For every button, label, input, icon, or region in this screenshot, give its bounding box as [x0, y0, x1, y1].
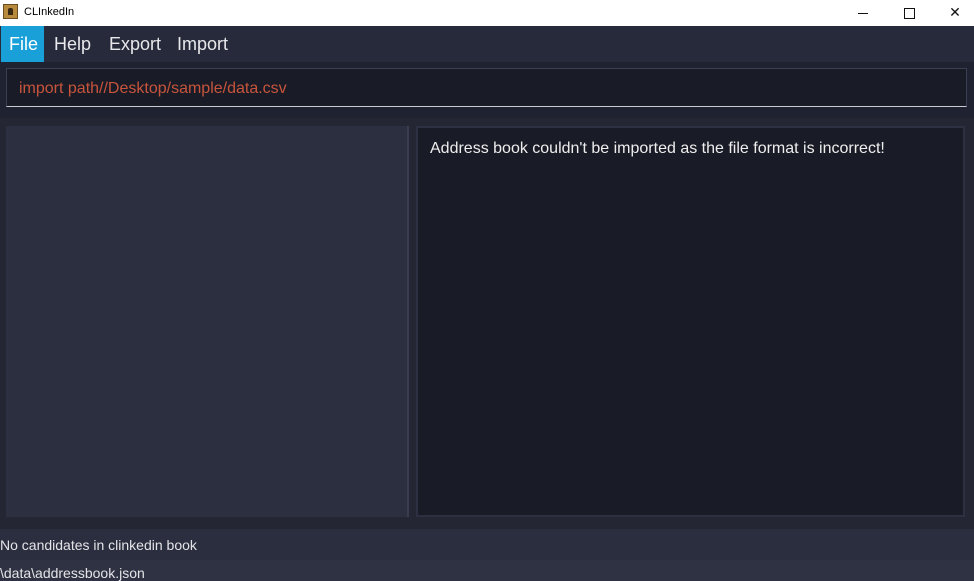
close-button[interactable]: ✕	[932, 0, 974, 26]
status-bar-candidates: No candidates in clinkedin book	[0, 529, 974, 560]
app-book-icon	[3, 4, 18, 19]
window-title: CLInkedIn	[24, 6, 75, 18]
command-input-text: import path//Desktop/sample/data.csv	[19, 80, 287, 97]
minimize-button[interactable]	[840, 0, 886, 26]
maximize-icon	[903, 7, 915, 19]
split-pane-divider[interactable]	[407, 126, 409, 517]
result-display: Address book couldn't be imported as the…	[416, 126, 965, 517]
result-message: Address book couldn't be imported as the…	[430, 140, 885, 157]
menu-import[interactable]: Import	[169, 26, 236, 62]
candidate-list-panel[interactable]	[6, 126, 407, 517]
command-input[interactable]: import path//Desktop/sample/data.csv	[6, 68, 967, 107]
candidates-status-text: No candidates in clinkedin book	[0, 537, 197, 553]
menu-file[interactable]: File	[1, 26, 44, 62]
close-icon: ✕	[949, 5, 961, 21]
menu-bar: File Help Export Import	[0, 26, 974, 62]
main-content: Address book couldn't be imported as the…	[0, 118, 974, 529]
file-path-text: \data\addressbook.json	[0, 565, 145, 581]
command-area: import path//Desktop/sample/data.csv	[0, 62, 974, 118]
maximize-button[interactable]	[886, 0, 932, 26]
menu-export[interactable]: Export	[101, 26, 169, 62]
minimize-icon	[858, 12, 868, 14]
app-window: CLInkedIn ✕ File Help Export Import impo…	[0, 0, 974, 581]
title-bar[interactable]: CLInkedIn ✕	[0, 0, 974, 26]
status-bar-file-path: \data\addressbook.json	[0, 560, 974, 581]
menu-help[interactable]: Help	[46, 26, 99, 62]
